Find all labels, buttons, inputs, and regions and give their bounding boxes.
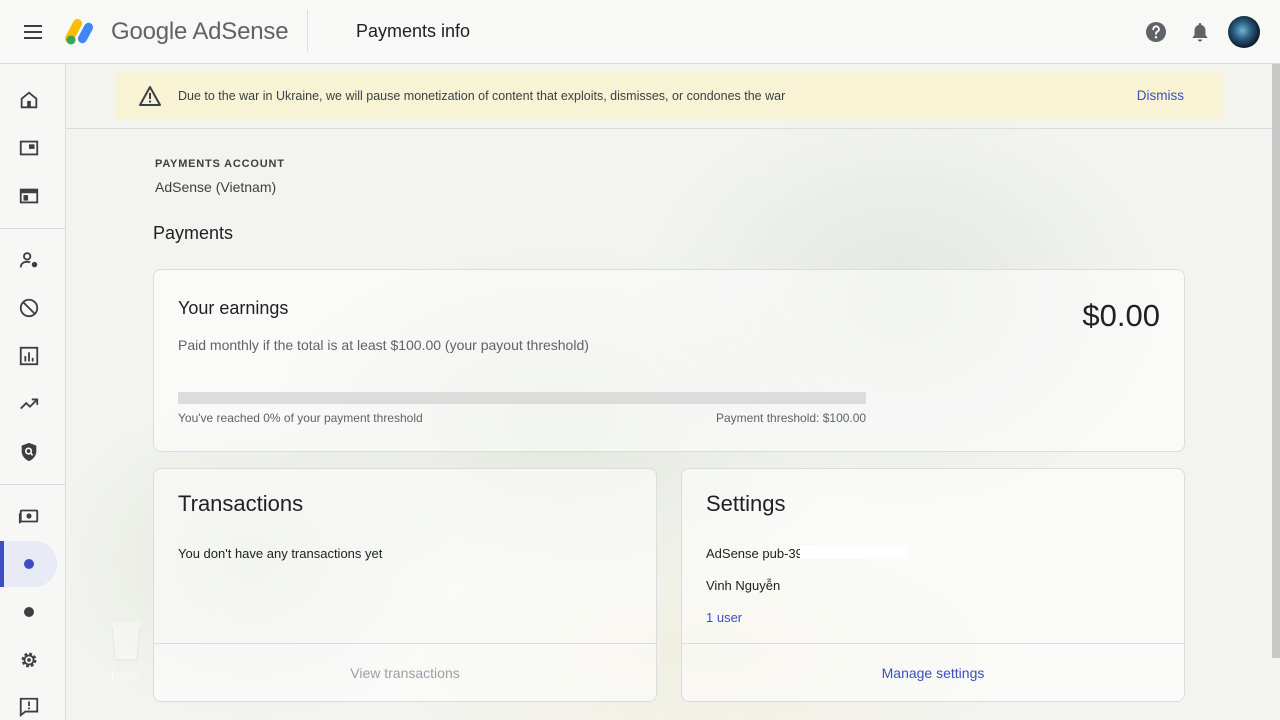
notifications-bell-icon[interactable] — [1188, 20, 1212, 44]
threshold-progress-text: You've reached 0% of your payment thresh… — [178, 411, 423, 425]
person-settings-icon — [19, 252, 37, 268]
earnings-amount: $0.00 — [1082, 298, 1160, 333]
home-icon — [20, 91, 37, 109]
nav-payments-subitem[interactable] — [0, 589, 57, 635]
reports-icon — [19, 346, 38, 366]
adsense-logo-icon — [65, 18, 94, 45]
manage-settings-button[interactable]: Manage settings — [682, 643, 1184, 701]
banner-message: Due to the war in Ukraine, we will pause… — [178, 89, 786, 103]
payment-threshold-text: Payment threshold: $100.00 — [716, 411, 867, 425]
nav-account-settings[interactable] — [0, 637, 57, 683]
warning-icon — [139, 86, 161, 106]
top-app-bar: Google AdSense Payments info — [0, 0, 1280, 64]
transactions-title: Transactions — [178, 491, 304, 516]
trash-label: Trash — [109, 668, 140, 682]
transactions-empty-text: You don't have any transactions yet — [178, 546, 383, 561]
dismiss-button[interactable]: Dismiss — [1137, 88, 1184, 103]
nav-brand-safety[interactable] — [0, 429, 57, 475]
payments-account-label: PAYMENTS ACCOUNT — [155, 158, 285, 170]
side-navigation — [0, 64, 66, 720]
nav-privacy-messaging[interactable] — [0, 237, 57, 283]
header-divider — [307, 10, 308, 52]
view-transactions-button[interactable]: View transactions — [154, 643, 656, 701]
nav-payments-info[interactable] — [0, 541, 57, 587]
page-scrollbar[interactable] — [1272, 64, 1280, 658]
users-link[interactable]: 1 user — [706, 610, 742, 625]
threshold-progress-bar — [178, 392, 866, 404]
nav-ads[interactable] — [0, 125, 57, 171]
feedback-icon — [19, 697, 38, 718]
trash-icon[interactable] — [108, 620, 144, 662]
sites-icon — [19, 188, 38, 204]
publisher-id: AdSense pub-39 — [706, 546, 803, 561]
payments-icon — [18, 509, 38, 524]
dot-icon — [23, 559, 34, 569]
account-avatar[interactable] — [1228, 16, 1260, 48]
transactions-card: Transactions You don't have any transact… — [153, 468, 657, 702]
ads-icon — [19, 140, 38, 156]
nav-reports[interactable] — [0, 333, 57, 379]
earnings-title: Your earnings — [178, 298, 289, 318]
settings-card: Settings AdSense pub-39 Vinh Nguyễn 1 us… — [681, 468, 1185, 702]
earnings-subtitle: Paid monthly if the total is at least $1… — [178, 337, 589, 353]
earnings-card: Your earnings $0.00 Paid monthly if the … — [153, 269, 1185, 452]
redacted-publisher-id — [800, 545, 908, 559]
nav-feedback[interactable] — [0, 684, 57, 720]
settings-title: Settings — [706, 491, 786, 516]
nav-optimization[interactable] — [0, 381, 57, 427]
block-icon — [19, 298, 38, 318]
menu-icon — [24, 25, 42, 27]
help-icon[interactable] — [1144, 20, 1168, 44]
banner-divider — [66, 128, 1280, 129]
shield-search-icon — [21, 442, 36, 462]
dot-icon — [23, 607, 34, 617]
payments-section-title: Payments — [153, 223, 234, 243]
page-title: Payments info — [356, 21, 471, 41]
nav-sites[interactable] — [0, 173, 57, 219]
nav-home[interactable] — [0, 77, 57, 123]
announcement-banner: Due to the war in Ukraine, we will pause… — [114, 72, 1224, 120]
nav-payments[interactable] — [0, 493, 57, 539]
gear-icon — [21, 652, 36, 668]
trending-up-icon — [19, 398, 38, 410]
payments-account-name: AdSense (Vietnam) — [155, 179, 277, 195]
account-owner-name: Vinh Nguyễn — [706, 578, 781, 593]
brand-name[interactable]: Google AdSense — [111, 18, 289, 46]
main-menu-button[interactable] — [20, 20, 46, 44]
nav-blocking-controls[interactable] — [0, 285, 57, 331]
